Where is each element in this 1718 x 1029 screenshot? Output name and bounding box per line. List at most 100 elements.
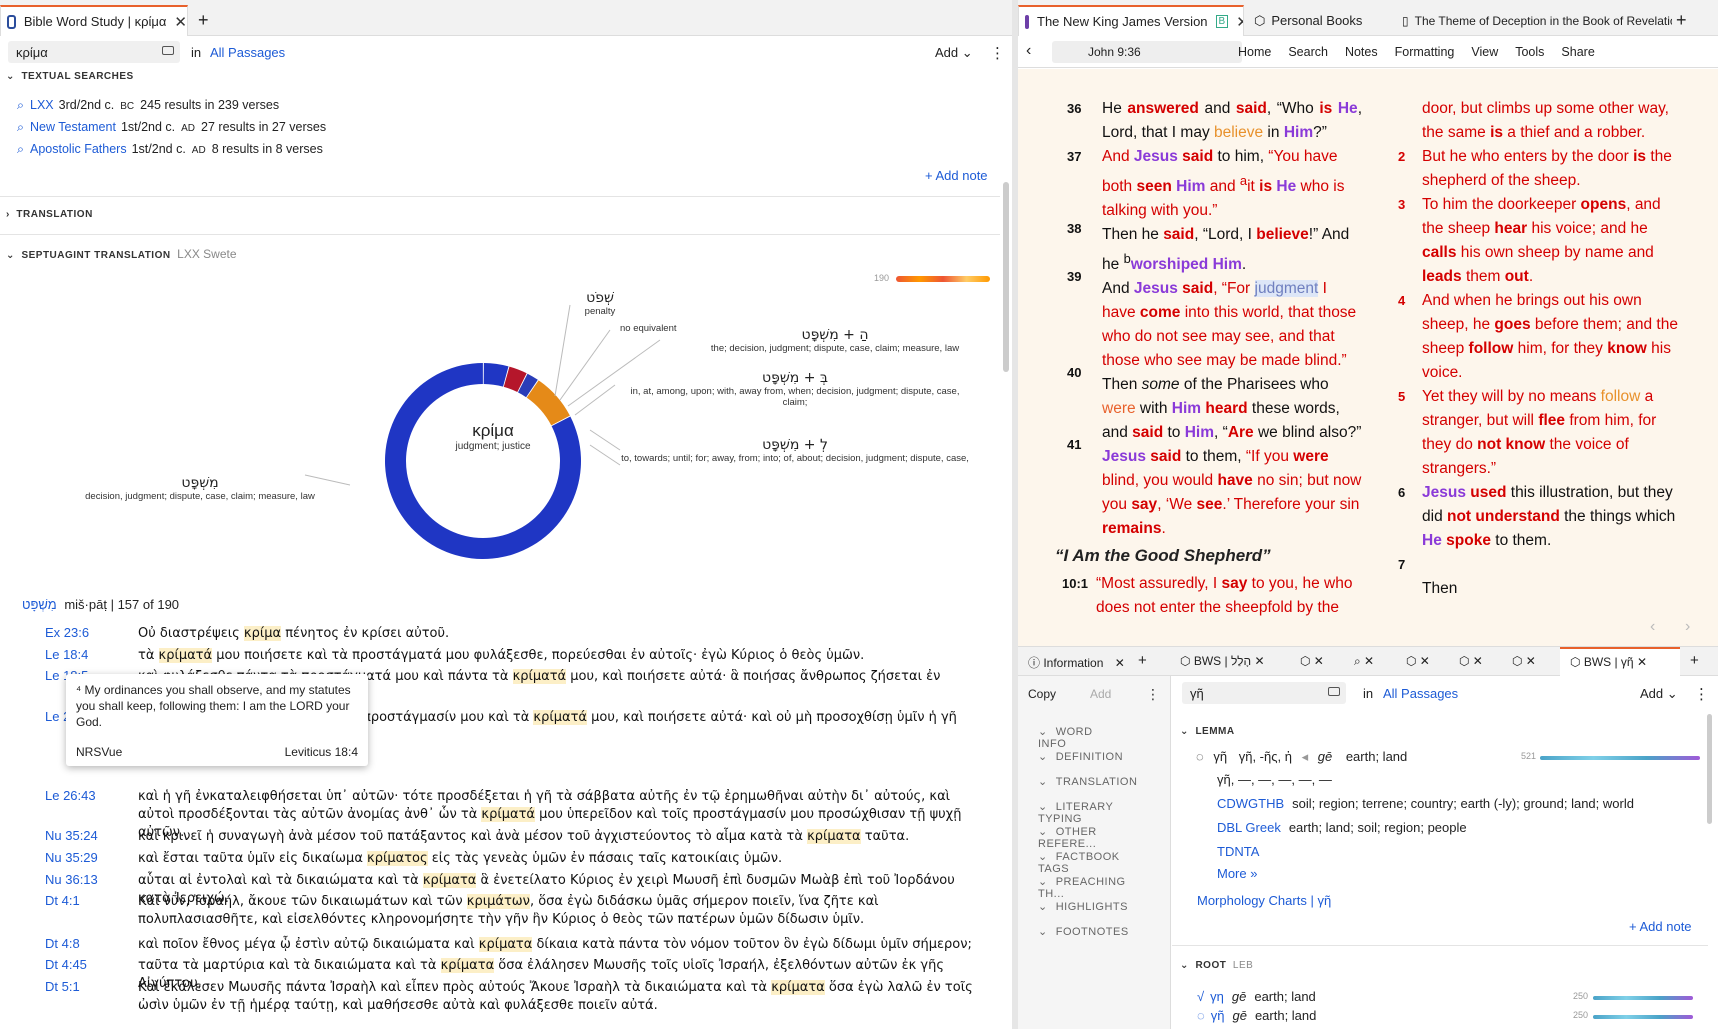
nav-item[interactable]: ⌄ TRANSLATION [1038,775,1137,788]
add-note-button[interactable]: + Add note [925,168,988,183]
corpus-link[interactable]: New Testament [30,120,116,134]
new-tab-button[interactable]: + [1676,5,1687,36]
root-header[interactable]: ⌄ ROOT LEB [1180,960,1253,971]
keyboard-icon[interactable] [162,46,174,55]
copy-button[interactable]: Copy [1028,687,1056,701]
corpus-link[interactable]: Apostolic Fathers [30,142,127,156]
tab-bible-word-study[interactable]: Bible Word Study | κρίμα ✕ [0,5,188,36]
tab-bws-ge[interactable]: ⬡ BWS | γῆ ✕ [1560,647,1680,677]
morph-link[interactable]: Morphology Charts [1197,893,1307,908]
new-tab-button[interactable]: + [1690,652,1699,669]
add-button[interactable]: Add ⌄ [1640,686,1678,702]
sparkline[interactable] [1593,996,1693,1000]
bws-scrollbar[interactable] [1707,714,1712,824]
nav-label: TRANSLATION [1055,776,1138,788]
nav-item[interactable]: ⌄ PREACHING TH... [1038,875,1126,900]
corpus-date: 3rd/2nd c. [58,98,115,112]
badge: B [1215,15,1229,28]
verse-ref[interactable]: Dt 4:8 [45,936,80,951]
new-tab-button[interactable]: + [198,5,209,36]
tab-information[interactable]: ⓘ Information ✕ [1028,654,1125,671]
septuagint-header[interactable]: ⌄ SEPTUAGINT TRANSLATION LXX Swete [6,247,237,261]
search-value: γῆ [1190,686,1204,701]
more-menu-icon[interactable]: ⋮ [990,44,1005,62]
translation-header[interactable]: › TRANSLATION [6,209,93,220]
menu-formatting[interactable]: Formatting [1395,45,1455,59]
more-menu-icon[interactable]: ⋮ [1694,685,1709,703]
tab-collapsed-4[interactable]: ⬡ ✕ [1512,654,1536,668]
more-menu-icon[interactable]: ⋮ [1146,686,1160,703]
lexicon-link[interactable]: DBL Greek [1217,820,1281,835]
menu-view[interactable]: View [1471,45,1498,59]
menu-search[interactable]: Search [1288,45,1328,59]
verse-ref[interactable]: Le 18:4 [45,647,88,662]
sparkline[interactable] [1593,1015,1693,1019]
verse-ref[interactable]: Dt 4:1 [45,893,80,908]
menu-share[interactable]: Share [1561,45,1594,59]
search-input[interactable]: κρίμα [8,41,180,63]
prev-page-icon[interactable]: ‹ [1650,618,1655,636]
scope-link[interactable]: All Passages [1383,686,1458,701]
tab-collapsed-3[interactable]: ⬡ ✕ [1459,654,1483,668]
verse-ref[interactable]: Nu 36:13 [45,872,98,887]
menu-notes[interactable]: Notes [1345,45,1378,59]
textual-search-row: ⌕ New Testament 1st/2nd c. AD 27 results in … [17,120,326,135]
tab-title: BWS | γῆ [1583,655,1634,669]
tab-bws-hallel[interactable]: ⬡ BWS | הָלַל ✕ [1180,654,1265,668]
close-icon[interactable]: ✕ [1236,13,1243,31]
nav-item[interactable]: ⌄ FACTBOOK TAGS [1038,850,1120,875]
bws-search-input[interactable]: γῆ [1182,682,1346,704]
verse-ref[interactable]: Le 26:43 [45,788,96,803]
sparkline[interactable] [1540,756,1700,760]
close-icon[interactable]: ✕ [174,13,187,31]
verse-ref[interactable]: Nu 35:29 [45,850,98,865]
nav-item[interactable]: ⌄ LITERARY TYPING [1038,800,1113,825]
tab-deception[interactable]: ▯ The Theme of Deception in the Book of R… [1402,5,1672,36]
left-scrollbar[interactable] [1003,182,1009,372]
morph-word-link[interactable]: γῆ [1317,893,1331,908]
lexicon-link[interactable]: CDWGTHB [1217,796,1284,811]
corpus-link[interactable]: LXX [30,98,54,112]
keyboard-icon[interactable] [1328,687,1340,696]
back-icon[interactable]: ‹ [1026,42,1031,60]
lemma-header[interactable]: ⌄ LEMMA [1180,726,1235,737]
tab-collapsed-2[interactable]: ⬡ ✕ [1406,654,1430,668]
verse-ref[interactable]: Ex 23:6 [45,625,89,640]
verse-ref[interactable]: Nu 35:24 [45,828,98,843]
reference-box[interactable]: John 9:36 [1052,41,1242,63]
tab-nkjv[interactable]: The New King James Version B ✕ [1018,5,1244,36]
search-value: κρίμα [16,45,48,60]
root-word[interactable]: γῆ [1211,1008,1225,1023]
corpus-date: 1st/2nd c. [120,120,176,134]
textual-searches-header[interactable]: ⌄ TEXTUAL SEARCHES [6,71,134,82]
verse-ref[interactable]: Dt 5:1 [45,979,80,994]
lemma-word[interactable]: γῆ [1213,749,1227,764]
nav-item[interactable]: ⌄ DEFINITION [1038,750,1123,763]
menu-home[interactable]: Home [1238,45,1271,59]
add-note-button[interactable]: + Add note [1629,919,1692,934]
tab-personal-books[interactable]: ⬡ Personal Books [1254,5,1394,36]
nav-item[interactable]: ⌄ HIGHLIGHTS [1038,900,1128,913]
tab-search[interactable]: ⌕ ✕ [1354,654,1374,669]
hebrew-word[interactable]: מִשְׁפָּט [22,597,57,612]
more-link[interactable]: More » [1217,866,1257,881]
tab-collapsed-1[interactable]: ⬡ ✕ [1300,654,1324,668]
next-page-icon[interactable]: › [1685,618,1690,636]
nav-item[interactable]: ⌄ OTHER REFERE... [1038,825,1097,850]
audio-icon[interactable]: ◂ [1302,749,1309,764]
right-tab-bar: The New King James Version B ✕ ⬡ Personal… [1018,0,1718,36]
nav-item[interactable]: ⌄ WORD INFO [1038,725,1093,750]
translation-donut-chart[interactable] [0,260,1000,560]
nav-item[interactable]: ⌄ FOOTNOTES [1038,925,1129,938]
donut-segment[interactable] [526,380,570,426]
new-tab-button[interactable]: + [1138,652,1147,669]
tab-title: Information [1043,656,1104,670]
scope-link[interactable]: All Passages [210,45,285,60]
donut-segment[interactable] [483,363,509,387]
leader-line [559,329,611,401]
menu-tools[interactable]: Tools [1515,45,1544,59]
add-button[interactable]: Add ⌄ [935,45,973,61]
root-word[interactable]: γη [1210,989,1224,1004]
lexicon-link[interactable]: TDNTA [1217,844,1259,859]
verse-ref[interactable]: Dt 4:45 [45,957,87,972]
